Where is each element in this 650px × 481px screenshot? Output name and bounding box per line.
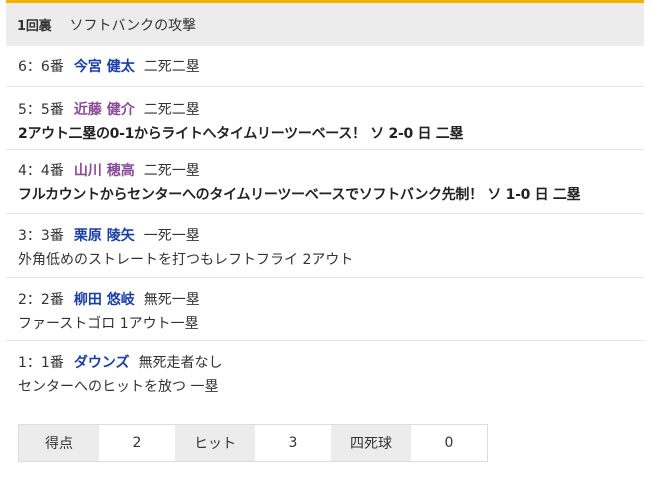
runs-label: 得点 — [19, 425, 99, 461]
play-result: 外角低めのストレートを打つもレフトフライ 2アウト — [18, 252, 354, 268]
batter-link[interactable]: 山川 穂高 — [74, 161, 135, 181]
batting-order: 4：4番 — [18, 163, 64, 179]
base-situation: 二死一塁 — [143, 163, 200, 179]
play-item: 6：6番 今宮 健太 二死二塁 — [6, 46, 644, 87]
play-result: 2アウト二塁の0-1からライトへタイムリーツーベース！ ソ 2-0 日 二塁 — [18, 126, 464, 142]
play-item: 3：3番 栗原 陵矢 一死一塁 外角低めのストレートを打つもレフトフライ 2アウ… — [6, 214, 644, 278]
inning-label: 1回裏 — [17, 19, 52, 34]
play-by-play-panel: 1回裏 ソフトバンクの攻撃 6：6番 今宮 健太 二死二塁 5：5番 近藤 健介… — [0, 0, 650, 481]
base-situation: 無死一塁 — [143, 292, 200, 308]
batter-link[interactable]: ダウンズ — [74, 353, 130, 373]
inning-title: ソフトバンクの攻撃 — [69, 17, 197, 34]
play-list: 6：6番 今宮 健太 二死二塁 5：5番 近藤 健介 二死二塁 2アウト二塁の0… — [6, 46, 644, 405]
play-item: 2：2番 柳田 悠岐 無死一塁 ファーストゴロ 1アウト一塁 — [6, 278, 644, 341]
inning-header: 1回裏 ソフトバンクの攻撃 — [6, 0, 644, 46]
batting-order: 6：6番 — [18, 59, 64, 75]
base-situation: 二死二塁 — [143, 59, 200, 75]
walks-value: 0 — [411, 425, 487, 461]
batting-order: 3：3番 — [18, 228, 64, 244]
batting-order: 5：5番 — [18, 102, 64, 118]
play-result: ファーストゴロ 1アウト一塁 — [18, 316, 199, 332]
hits-label: ヒット — [175, 425, 255, 461]
play-item: 4：4番 山川 穂高 二死一塁 フルカウントからセンターへのタイムリーツーベース… — [6, 150, 644, 214]
runs-value: 2 — [99, 425, 175, 461]
batter-link[interactable]: 今宮 健太 — [74, 57, 135, 77]
inning-summary-table: 得点 2 ヒット 3 四死球 0 — [18, 424, 488, 462]
play-item: 5：5番 近藤 健介 二死二塁 2アウト二塁の0-1からライトへタイムリーツーベ… — [6, 87, 644, 150]
batter-link[interactable]: 近藤 健介 — [74, 100, 135, 120]
play-result: センターへのヒットを放つ 一塁 — [18, 379, 219, 395]
base-situation: 二死二塁 — [143, 102, 200, 118]
batter-link[interactable]: 栗原 陵矢 — [74, 226, 135, 246]
base-situation: 一死一塁 — [143, 228, 200, 244]
batter-link[interactable]: 柳田 悠岐 — [74, 290, 135, 310]
base-situation: 無死走者なし — [138, 355, 223, 371]
walks-label: 四死球 — [331, 425, 411, 461]
batting-order: 1：1番 — [18, 355, 64, 371]
play-result: フルカウントからセンターへのタイムリーツーベースでソフトバンク先制！ ソ 1-0… — [18, 187, 581, 203]
hits-value: 3 — [255, 425, 331, 461]
batting-order: 2：2番 — [18, 292, 64, 308]
play-item: 1：1番 ダウンズ 無死走者なし センターへのヒットを放つ 一塁 — [6, 341, 644, 405]
